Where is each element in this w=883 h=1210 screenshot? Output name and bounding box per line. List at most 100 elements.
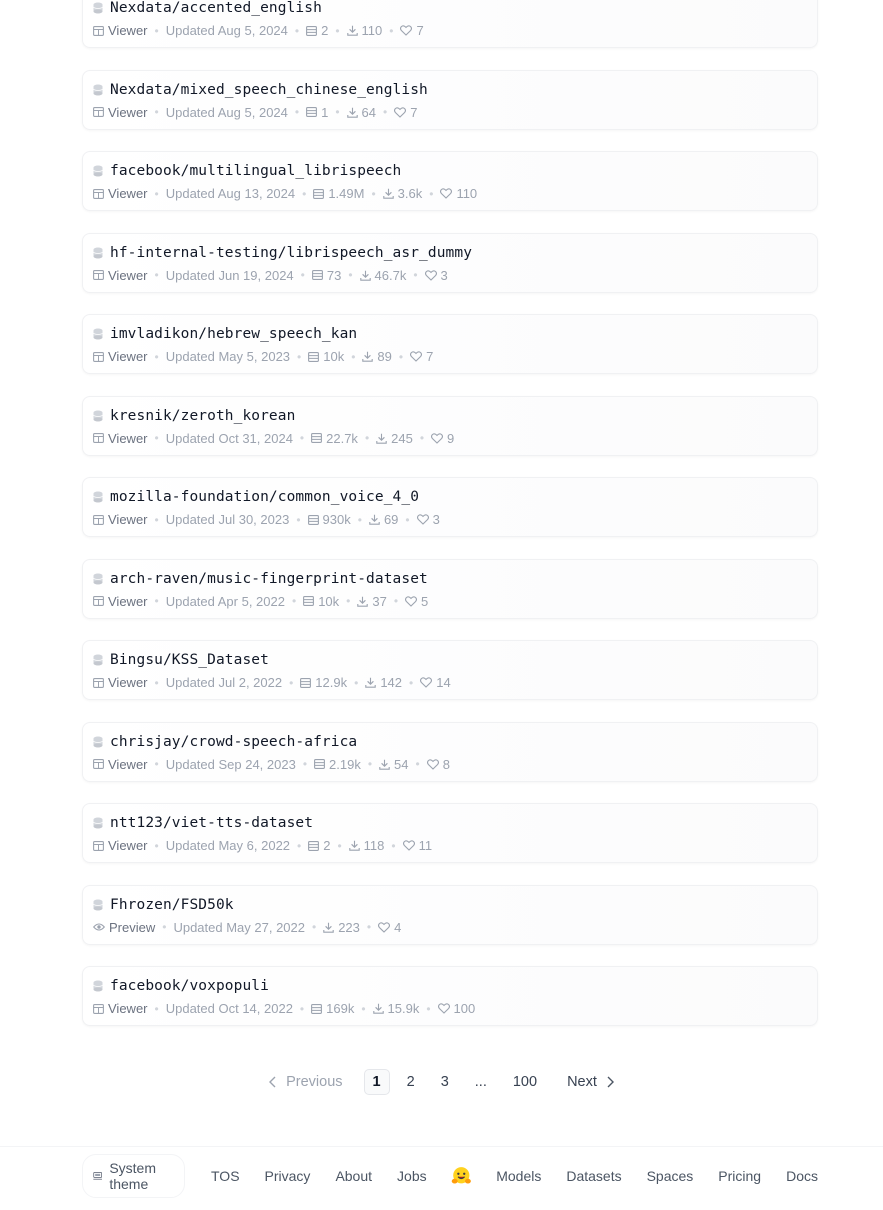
like-count-value: 3 [440, 267, 448, 283]
database-icon [93, 410, 103, 421]
dataset-name[interactable]: Fhrozen/FSD50k [110, 897, 234, 913]
page-number-button[interactable]: 2 [398, 1070, 424, 1094]
page-number-button[interactable]: 3 [432, 1070, 458, 1094]
chevron-left-icon [269, 1076, 276, 1088]
dataset-card[interactable]: chrisjay/crowd-speech-africa Viewer • Updat… [82, 721, 818, 782]
dataset-card[interactable]: mozilla-foundation/common_voice_4_0 Viewe… [82, 477, 818, 537]
dataset-name[interactable]: kresnik/zeroth_korean [110, 408, 295, 424]
download-count-value: 69 [383, 512, 399, 527]
previous-page-button[interactable]: Previous [259, 1070, 351, 1094]
table-icon [93, 514, 104, 525]
dataset-meta: Viewer • Updated Oct 31, 2024 • 22.7k • 245 • 9 [93, 431, 454, 446]
dataset-name[interactable]: hf-internal-testing/librispeech_asr_dumm… [110, 245, 472, 261]
dataset-name[interactable]: Nexdata/accented_english [110, 0, 322, 16]
separator: • [426, 1001, 431, 1016]
viewer-badge: Viewer [93, 268, 148, 283]
row-count: 2 [306, 23, 328, 38]
footer-link-pricing[interactable]: Pricing [718, 1168, 761, 1184]
row-count-value: 2 [321, 23, 329, 38]
theme-toggle-button[interactable]: System theme [82, 1154, 185, 1198]
like-count-value: 7 [410, 104, 418, 120]
dataset-name[interactable]: facebook/multilingual_librispeech [110, 163, 401, 179]
download-icon [323, 922, 334, 933]
page-number-button[interactable]: 1 [363, 1069, 390, 1095]
dataset-title: facebook/multilingual_librispeech [93, 163, 401, 179]
row-count: 73 [311, 268, 341, 283]
footer-link-spaces[interactable]: Spaces [647, 1168, 694, 1184]
separator: • [294, 105, 300, 119]
dataset-name[interactable]: ntt123/viet-tts-dataset [110, 815, 313, 831]
dataset-name[interactable]: chrisjay/crowd-speech-africa [110, 734, 357, 750]
separator: • [312, 920, 317, 934]
download-icon [362, 351, 374, 362]
separator: • [371, 186, 376, 201]
row-count-value: 1 [321, 104, 329, 120]
dataset-card[interactable]: Bingsu/KSS_Dataset Viewer • Updated Jul 2, … [82, 640, 818, 700]
dataset-meta: Viewer • Updated Aug 13, 2024 • 1.49M • 3.6k • 1… [93, 186, 477, 201]
separator: • [413, 268, 418, 282]
separator: • [351, 349, 356, 364]
table-icon [93, 270, 104, 280]
dataset-name[interactable]: facebook/voxpopuli [110, 978, 269, 994]
dataset-card[interactable]: ntt123/viet-tts-dataset Viewer • Updated Ma… [82, 803, 818, 863]
page-number-button[interactable]: 100 [504, 1070, 546, 1094]
like-count-value: 4 [394, 919, 402, 935]
like-count: 14 [420, 675, 451, 690]
footer-link-tos[interactable]: TOS [211, 1168, 240, 1184]
like-count: 110 [440, 186, 477, 201]
row-count: 2 [308, 838, 330, 853]
separator: • [154, 349, 159, 364]
heart-icon [405, 595, 418, 607]
dataset-card[interactable]: Fhrozen/FSD50k Preview • Updated May 27, 20… [82, 884, 818, 945]
dataset-card[interactable]: arch-raven/music-fingerprint-dataset View… [82, 558, 818, 619]
dataset-name[interactable]: imvladikon/hebrew_speech_kan [110, 326, 357, 342]
dataset-card[interactable]: hf-internal-testing/librispeech_asr_dumm… [82, 232, 818, 293]
footer-link-docs[interactable]: Docs [786, 1168, 818, 1184]
download-icon [357, 596, 369, 607]
dataset-card[interactable]: facebook/voxpopuli Viewer • Updated Oct 14,… [82, 966, 818, 1026]
database-icon [93, 980, 103, 992]
dataset-card[interactable]: Nexdata/accented_english Viewer • Updated A… [82, 0, 818, 48]
dataset-name[interactable]: Bingsu/KSS_Dataset [110, 652, 269, 668]
like-count: 7 [394, 105, 417, 120]
separator: • [302, 757, 308, 771]
chevron-right-icon [607, 1076, 614, 1088]
like-count: 7 [410, 349, 433, 364]
separator: • [154, 1001, 159, 1016]
hugging-face-logo[interactable] [451, 1162, 472, 1190]
like-count-value: 7 [416, 23, 424, 38]
like-count: 3 [424, 267, 448, 283]
rows-icon [313, 188, 325, 199]
updated-date: Updated Aug 5, 2024 [165, 104, 288, 120]
separator: • [367, 757, 373, 771]
separator: • [297, 349, 302, 364]
footer-link-privacy[interactable]: Privacy [265, 1168, 311, 1184]
row-count: 10k [303, 594, 339, 609]
dataset-meta: Viewer • Updated Jul 2, 2022 • 12.9k • 142 • 14 [93, 675, 451, 690]
like-count-value: 11 [418, 838, 433, 853]
dataset-name[interactable]: Nexdata/mixed_speech_chinese_english [110, 82, 428, 98]
dataset-card[interactable]: facebook/multilingual_librispeech Viewer •… [82, 151, 818, 211]
dataset-name[interactable]: arch-raven/music-fingerprint-dataset [110, 571, 428, 587]
download-count: 15.9k [372, 1001, 420, 1016]
download-icon [346, 25, 358, 36]
separator: • [154, 431, 159, 445]
download-count-value: 15.9k [387, 1001, 420, 1016]
separator: • [154, 512, 159, 527]
next-page-button[interactable]: Next [558, 1070, 624, 1094]
download-count: 46.7k [359, 268, 406, 283]
dataset-card[interactable]: kresnik/zeroth_korean Viewer • Updated Oct … [82, 395, 818, 456]
table-icon [93, 596, 104, 606]
footer-link-jobs[interactable]: Jobs [397, 1168, 427, 1184]
dataset-name[interactable]: mozilla-foundation/common_voice_4_0 [110, 489, 419, 505]
database-icon [93, 736, 103, 747]
pagination-ellipsis: ... [474, 1074, 487, 1090]
dataset-title: imvladikon/hebrew_speech_kan [93, 326, 357, 342]
dataset-card[interactable]: Nexdata/mixed_speech_chinese_english View… [82, 69, 818, 130]
updated-date: Updated Aug 5, 2024 [165, 23, 288, 38]
dataset-card[interactable]: imvladikon/hebrew_speech_kan Viewer • Updat… [82, 314, 818, 374]
footer-link-models[interactable]: Models [496, 1168, 541, 1184]
download-count-value: 64 [361, 104, 376, 120]
footer-link-datasets[interactable]: Datasets [566, 1168, 621, 1184]
footer-link-about[interactable]: About [335, 1168, 372, 1184]
